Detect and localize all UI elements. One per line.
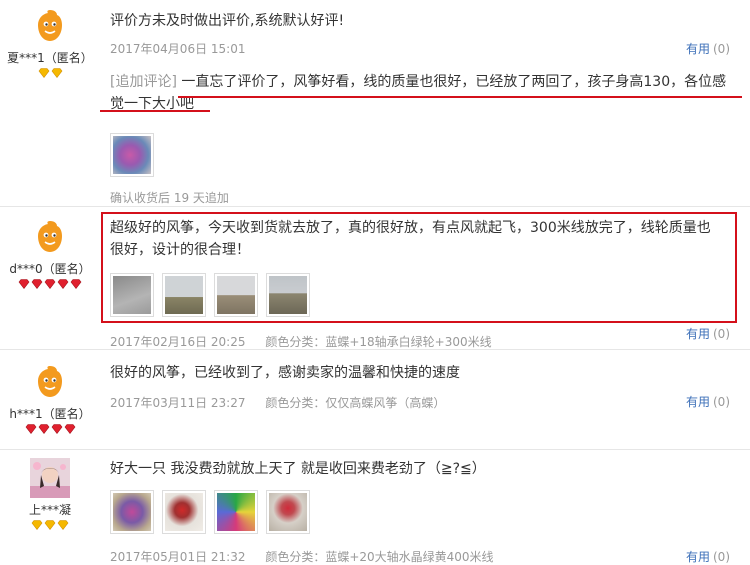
red-diamond-icon — [31, 279, 43, 289]
credit-level — [0, 520, 100, 532]
useful-button[interactable]: 有用 (0) — [686, 548, 730, 565]
useful-label: 有用 — [685, 327, 710, 341]
red-diamond-icon — [64, 424, 75, 434]
review-text: 评价方未及时做出评价,系统默认好评! — [110, 13, 345, 29]
review-photo[interactable] — [162, 490, 206, 534]
credit-level — [0, 424, 100, 436]
useful-count: (0) — [713, 550, 730, 564]
annotation-box — [101, 212, 737, 323]
avatar-photo[interactable] — [30, 458, 70, 498]
review-photos — [110, 490, 740, 534]
useful-count: (0) — [713, 42, 730, 56]
gold-diamond-icon — [51, 68, 62, 78]
review-meta: 2017年02月16日 20:25 颜色分类：蓝蝶+18轴承白绿轮+300米线 — [110, 333, 740, 350]
reviewer-name: 上***凝 — [28, 503, 71, 517]
append-time: 确认收货后 19 天追加 — [110, 191, 229, 205]
useful-label: 有用 — [685, 550, 710, 564]
review-text: 很好的风筝，已经收到了，感谢卖家的温馨和快捷的速度 — [110, 365, 460, 381]
credit-level — [0, 68, 100, 80]
reviewer-name: h***1（匿名） — [9, 407, 91, 421]
review-date: 2017年03月11日 23:27 — [110, 396, 246, 410]
useful-count: (0) — [713, 327, 730, 341]
reviewer: h***1（匿名） — [0, 362, 100, 436]
annotation-underline — [100, 110, 210, 112]
review-photo[interactable] — [214, 490, 258, 534]
review-item: 夏***1（匿名） 评价方未及时做出评价,系统默认好评! 2017年04月06日… — [0, 0, 750, 207]
avatar-icon[interactable] — [30, 362, 70, 402]
color-option: 颜色分类：仅仅高蝶风筝（高蝶） — [265, 396, 446, 410]
gold-diamond-icon — [44, 520, 56, 530]
red-diamond-icon — [38, 424, 49, 434]
color-option: 颜色分类：蓝蝶+20大轴水晶绿黄400米线 — [265, 550, 494, 564]
red-diamond-icon — [18, 279, 30, 289]
append-text: 一直忘了评价了，风筝好看，线的质量也很好，已经放了两回了，孩子身高130，各位感… — [110, 74, 727, 112]
gold-diamond-icon — [38, 68, 49, 78]
reviewer-name: d***0（匿名） — [9, 262, 91, 276]
review-text: 好大一只 我没费劲就放上天了 就是收回来费老劲了（≧?≦） — [110, 461, 486, 477]
review-date: 2017年04月06日 15:01 — [110, 42, 246, 56]
reviewer: 夏***1（匿名） — [0, 6, 100, 80]
annotation-underline — [178, 96, 742, 98]
useful-label: 有用 — [685, 395, 710, 409]
review-meta: 2017年03月11日 23:27 颜色分类：仅仅高蝶风筝（高蝶） — [110, 394, 740, 411]
review-date: 2017年02月16日 20:25 — [110, 335, 246, 349]
review-date: 2017年05月01日 21:32 — [110, 550, 246, 564]
useful-label: 有用 — [685, 42, 710, 56]
red-diamond-icon — [51, 424, 62, 434]
red-diamond-icon — [70, 279, 82, 289]
avatar-icon[interactable] — [30, 217, 70, 257]
useful-count: (0) — [713, 395, 730, 409]
review-photos — [110, 133, 740, 177]
avatar-icon[interactable] — [30, 6, 70, 46]
appended-review: [追加评论] 一直忘了评价了，风筝好看，线的质量也很好，已经放了两回了，孩子身高… — [110, 71, 740, 115]
reviewer: 上***凝 — [0, 458, 100, 532]
reviewer: d***0（匿名） — [0, 217, 100, 291]
red-diamond-icon — [25, 424, 36, 434]
red-diamond-icon — [44, 279, 56, 289]
red-diamond-icon — [57, 279, 69, 289]
append-tag: [追加评论] — [110, 74, 177, 90]
useful-button[interactable]: 有用 (0) — [686, 325, 730, 342]
gold-diamond-icon — [57, 520, 69, 530]
review-item: 上***凝 好大一只 我没费劲就放上天了 就是收回来费老劲了（≧?≦） 2017… — [0, 450, 750, 565]
useful-button[interactable]: 有用 (0) — [686, 40, 730, 57]
credit-level — [0, 279, 100, 291]
color-option: 颜色分类：蓝蝶+18轴承白绿轮+300米线 — [265, 335, 492, 349]
reviewer-name: 夏***1（匿名） — [7, 51, 93, 65]
review-photo[interactable] — [110, 133, 154, 177]
review-item: h***1（匿名） 很好的风筝，已经收到了，感谢卖家的温馨和快捷的速度 2017… — [0, 350, 750, 450]
gold-diamond-icon — [31, 520, 43, 530]
review-photo[interactable] — [266, 490, 310, 534]
useful-button[interactable]: 有用 (0) — [686, 393, 730, 410]
review-meta: 2017年05月01日 21:32 颜色分类：蓝蝶+20大轴水晶绿黄400米线 — [110, 548, 740, 565]
review-photo[interactable] — [110, 490, 154, 534]
